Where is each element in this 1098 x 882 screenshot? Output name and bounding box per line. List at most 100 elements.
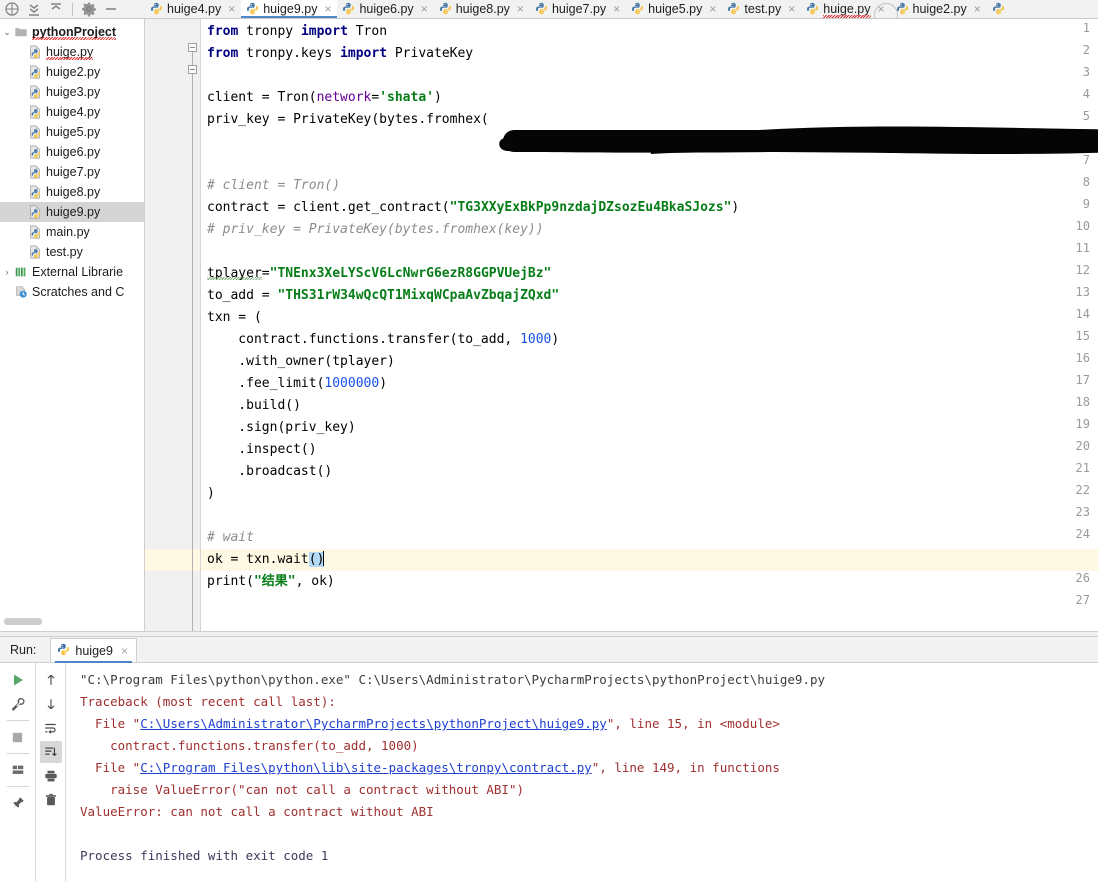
tree-item-huige2-py[interactable]: huige2.py (0, 62, 144, 82)
hide-panel-icon[interactable] (103, 1, 119, 17)
editor-tab-close-icon[interactable]: × (324, 2, 331, 16)
arrow-up-icon[interactable] (40, 669, 62, 691)
fold-marker-line-1[interactable] (188, 43, 197, 52)
tree-item-huige5-py[interactable]: huige5.py (0, 122, 144, 142)
code-line-26[interactable]: print("结果", ok) (207, 571, 335, 593)
tree-item-external-libraries[interactable]: › External Librarie (0, 262, 144, 282)
tree-item-huige7-py[interactable]: huige7.py (0, 162, 144, 182)
run-actions-column-right[interactable] (36, 663, 66, 882)
tree-item-main-py[interactable]: main.py (0, 222, 144, 242)
console-line: Process finished with exit code 1 (80, 848, 329, 863)
expand-all-icon[interactable] (48, 1, 64, 17)
editor-tab-huige5-py[interactable]: huige5.py × (626, 0, 722, 18)
tree-item-huige4-py[interactable]: huige4.py (0, 102, 144, 122)
python-file-icon (28, 45, 42, 59)
code-line-16[interactable]: .with_owner(tplayer) (207, 351, 395, 373)
editor-tab-huige6-py[interactable]: huige6.py × (337, 0, 433, 18)
tree-item-huige8-py[interactable]: huige8.py (0, 182, 144, 202)
code-line-18[interactable]: .build() (207, 395, 301, 417)
editor-tab-close-icon[interactable]: × (517, 2, 524, 16)
editor-tab-huige9-py[interactable]: huige9.py × (241, 0, 338, 18)
tree-item-huige9-py[interactable]: huige9.py (0, 202, 144, 222)
run-tab-label: huige9 (75, 643, 113, 658)
tree-item-label: huige9.py (46, 205, 101, 219)
tree-item-test-py[interactable]: test.py (0, 242, 144, 262)
settings-gear-icon[interactable] (81, 1, 97, 17)
editor-tab-huige2-py[interactable]: huige2.py × (891, 0, 987, 18)
tree-item-huige6-py[interactable]: huige6.py (0, 142, 144, 162)
editor-tab-label: test.py (744, 1, 782, 16)
code-line-24[interactable]: # wait (207, 527, 254, 549)
code-line-13[interactable]: to_add = "THS31rW34wQcQT1MixqWCpaAvZbqaj… (207, 285, 559, 307)
code-line-10[interactable]: # priv_key = PrivateKey(bytes.fromhex(ke… (207, 219, 544, 241)
tree-expand-arrow[interactable]: ⌄ (0, 27, 14, 38)
console-line: "C:\Program Files\python\python.exe" C:\… (80, 672, 826, 687)
printer-icon[interactable] (40, 765, 62, 787)
code-line-9[interactable]: contract = client.get_contract("TG3XXyEx… (207, 197, 739, 219)
tree-item-huige-py[interactable]: huige.py (0, 42, 144, 62)
code-line-5[interactable]: priv_key = PrivateKey(bytes.fromhex( (207, 109, 489, 131)
project-widget-icon[interactable] (4, 1, 20, 17)
trash-icon[interactable] (40, 789, 62, 811)
editor-tab-huige7-py[interactable]: huige7.py × (530, 0, 626, 18)
code-line-20[interactable]: .inspect() (207, 439, 316, 461)
stop-icon[interactable] (7, 726, 29, 748)
editor-tab-test-py[interactable]: test.py × (722, 0, 801, 18)
code-line-8[interactable]: # client = Tron() (207, 175, 340, 197)
editor-tab-huige8-py[interactable]: huige8.py × (434, 0, 530, 18)
code-line-15[interactable]: contract.functions.transfer(to_add, 1000… (207, 329, 559, 351)
line-number: 23 (1075, 505, 1090, 519)
layout-icon[interactable] (7, 759, 29, 781)
toolbar-divider (72, 2, 73, 16)
python-file-icon (28, 205, 42, 219)
run-actions-column-left[interactable] (0, 663, 36, 882)
console-file-link[interactable]: C:\Program Files\python\lib\site-package… (140, 760, 592, 775)
code-line-4[interactable]: client = Tron(network='shata') (207, 87, 442, 109)
run-tab-huige9[interactable]: huige9 × (50, 638, 137, 663)
tree-item-pythonproject[interactable]: ⌄ pythonProject (0, 22, 144, 42)
editor-tab-close-icon[interactable]: × (228, 2, 235, 16)
rerun-icon[interactable] (7, 669, 29, 691)
arrow-down-icon[interactable] (40, 693, 62, 715)
editor-tab-label: huige8.py (455, 1, 510, 16)
editor-tab-close-icon[interactable]: × (709, 2, 716, 16)
tree-collapse-arrow[interactable]: › (0, 267, 14, 277)
code-line-17[interactable]: .fee_limit(1000000) (207, 373, 387, 395)
code-line-22[interactable]: ) (207, 483, 215, 505)
project-tree-horizontal-scrollbar[interactable] (4, 618, 42, 625)
soft-wrap-icon[interactable] (40, 717, 62, 739)
code-editor[interactable]: 1 2 3 4 5 6 7 8 9 10 11 12 13 14 15 16 17 18 19 20 21 22 23 24 2… (145, 19, 1098, 631)
fold-marker-line-2[interactable] (188, 65, 197, 74)
tree-item-scratches[interactable]: Scratches and C (0, 282, 144, 302)
editor-tab-huige4-py[interactable]: huige4.py × (145, 0, 241, 18)
scroll-to-end-icon[interactable] (39, 741, 62, 763)
editor-tab-close-icon[interactable]: × (788, 2, 795, 16)
editor-tab-close-icon[interactable]: × (421, 2, 428, 16)
editor-tab-overflow[interactable] (987, 0, 1011, 18)
top-row: huige4.py × huige9.py × huige6.py × huige8.py ×… (0, 0, 1098, 27)
editor-tab-close-icon[interactable]: × (613, 2, 620, 16)
project-tree-panel[interactable]: ⌄ pythonProject huige.py huige2.py huige3.py… (0, 19, 145, 631)
editor-tab-close-icon[interactable]: × (974, 2, 981, 16)
collapse-all-icon[interactable] (26, 1, 42, 17)
tree-item-huige3-py[interactable]: huige3.py (0, 82, 144, 102)
code-line-1[interactable]: from tronpy import Tron (207, 21, 387, 43)
editor-tab-huige-py[interactable]: huige.py × (801, 0, 890, 18)
code-line-12[interactable]: tplayer="TNEnx3XeLYScV6LcNwrG6ezR8GGPVUe… (207, 263, 551, 285)
code-line-25[interactable]: ok = txn.wait() (207, 549, 325, 571)
code-line-21[interactable]: .broadcast() (207, 461, 332, 483)
run-console-output[interactable]: "C:\Program Files\python\python.exe" C:\… (66, 663, 1098, 882)
tree-item-label: pythonProject (32, 25, 117, 40)
run-tab-close-icon[interactable]: × (121, 644, 128, 658)
line-number: 10 (1075, 219, 1090, 233)
pycharm-window: huige4.py × huige9.py × huige6.py × huige8.py ×… (0, 0, 1098, 882)
code-line-14[interactable]: txn = ( (207, 307, 262, 329)
console-file-link[interactable]: C:\Users\Administrator\PycharmProjects\p… (140, 716, 607, 731)
editor-tab-bar[interactable]: huige4.py × huige9.py × huige6.py × huige8.py ×… (145, 0, 1098, 18)
code-line-19[interactable]: .sign(priv_key) (207, 417, 355, 439)
line-number: 12 (1075, 263, 1090, 277)
pin-icon[interactable] (7, 792, 29, 814)
wrench-icon[interactable] (7, 693, 29, 715)
editor-tab-close-icon[interactable]: × (878, 2, 885, 16)
code-line-2[interactable]: from tronpy.keys import PrivateKey (207, 43, 473, 65)
